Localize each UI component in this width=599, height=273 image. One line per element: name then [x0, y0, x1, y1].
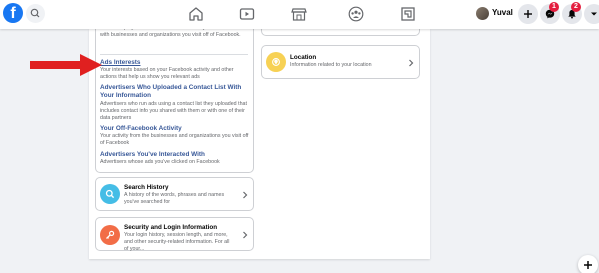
off-facebook-activity-link[interactable]: Your Off-Facebook Activity — [100, 125, 250, 133]
watch-icon — [239, 8, 255, 20]
location-title: Location — [290, 54, 317, 61]
messenger-badge: 1 — [549, 2, 559, 12]
location-card[interactable]: Location Information related to your loc… — [261, 45, 420, 79]
search-icon — [105, 189, 115, 199]
contact-list-advertisers-desc: Advertisers who run ads using a contact … — [100, 101, 247, 121]
ads-interests-desc: Your interests based on your Facebook ac… — [100, 67, 234, 80]
search-history-card[interactable]: Search History A history of the words, p… — [95, 177, 254, 211]
contact-list-advertisers-link[interactable]: Advertisers Who Uploaded a Contact List … — [100, 84, 250, 100]
notifications-badge: 2 — [571, 2, 581, 12]
groups-icon — [348, 6, 364, 22]
new-message-button[interactable] — [578, 255, 598, 273]
nav-home[interactable] — [187, 5, 205, 23]
red-arrow-annotation — [30, 54, 102, 76]
security-icon-circle — [100, 225, 120, 245]
location-pin-icon — [272, 58, 280, 66]
plus-icon — [584, 261, 592, 269]
nav-watch[interactable] — [238, 5, 256, 23]
chevron-right-icon — [243, 231, 248, 239]
search-history-icon-circle — [100, 184, 120, 204]
nav-gaming[interactable] — [399, 5, 417, 23]
avatar[interactable] — [476, 7, 489, 20]
search-history-desc: A history of the words, phrases and name… — [124, 192, 225, 205]
chevron-down-icon — [591, 12, 597, 16]
nav-marketplace[interactable] — [290, 5, 308, 23]
account-menu-button[interactable] — [584, 4, 599, 24]
plus-icon — [524, 10, 532, 18]
create-button[interactable] — [518, 4, 538, 24]
home-icon — [189, 7, 203, 21]
location-icon-circle — [266, 52, 286, 72]
search-history-title: Search History — [124, 184, 169, 191]
facebook-logo[interactable]: f — [3, 3, 23, 23]
location-desc: Information related to your location — [290, 62, 372, 68]
security-login-desc: Your login history, session length, and … — [124, 232, 230, 252]
interacted-advertisers-desc: Advertisers whose ads you've clicked on … — [100, 159, 220, 165]
key-icon — [106, 230, 115, 239]
search-button[interactable] — [26, 4, 45, 23]
ads-interests-link[interactable]: Ads Interests — [100, 59, 250, 67]
profile-name[interactable]: Yuval — [492, 8, 513, 17]
top-navigation-bar: f Yuval 1 2 — [0, 0, 599, 29]
divider — [100, 54, 248, 55]
interacted-advertisers-link[interactable]: Advertisers You've Interacted With — [100, 151, 250, 159]
search-icon — [30, 8, 40, 18]
security-login-card[interactable]: Security and Login Information Your logi… — [95, 217, 254, 252]
security-login-title: Security and Login Information — [124, 224, 218, 231]
nav-groups[interactable] — [347, 5, 365, 23]
chevron-right-icon — [243, 191, 248, 199]
chevron-right-icon — [409, 59, 414, 67]
marketplace-icon — [291, 8, 307, 21]
off-facebook-activity-desc: Your activity from the businesses and or… — [100, 133, 249, 146]
gaming-icon — [401, 7, 415, 21]
